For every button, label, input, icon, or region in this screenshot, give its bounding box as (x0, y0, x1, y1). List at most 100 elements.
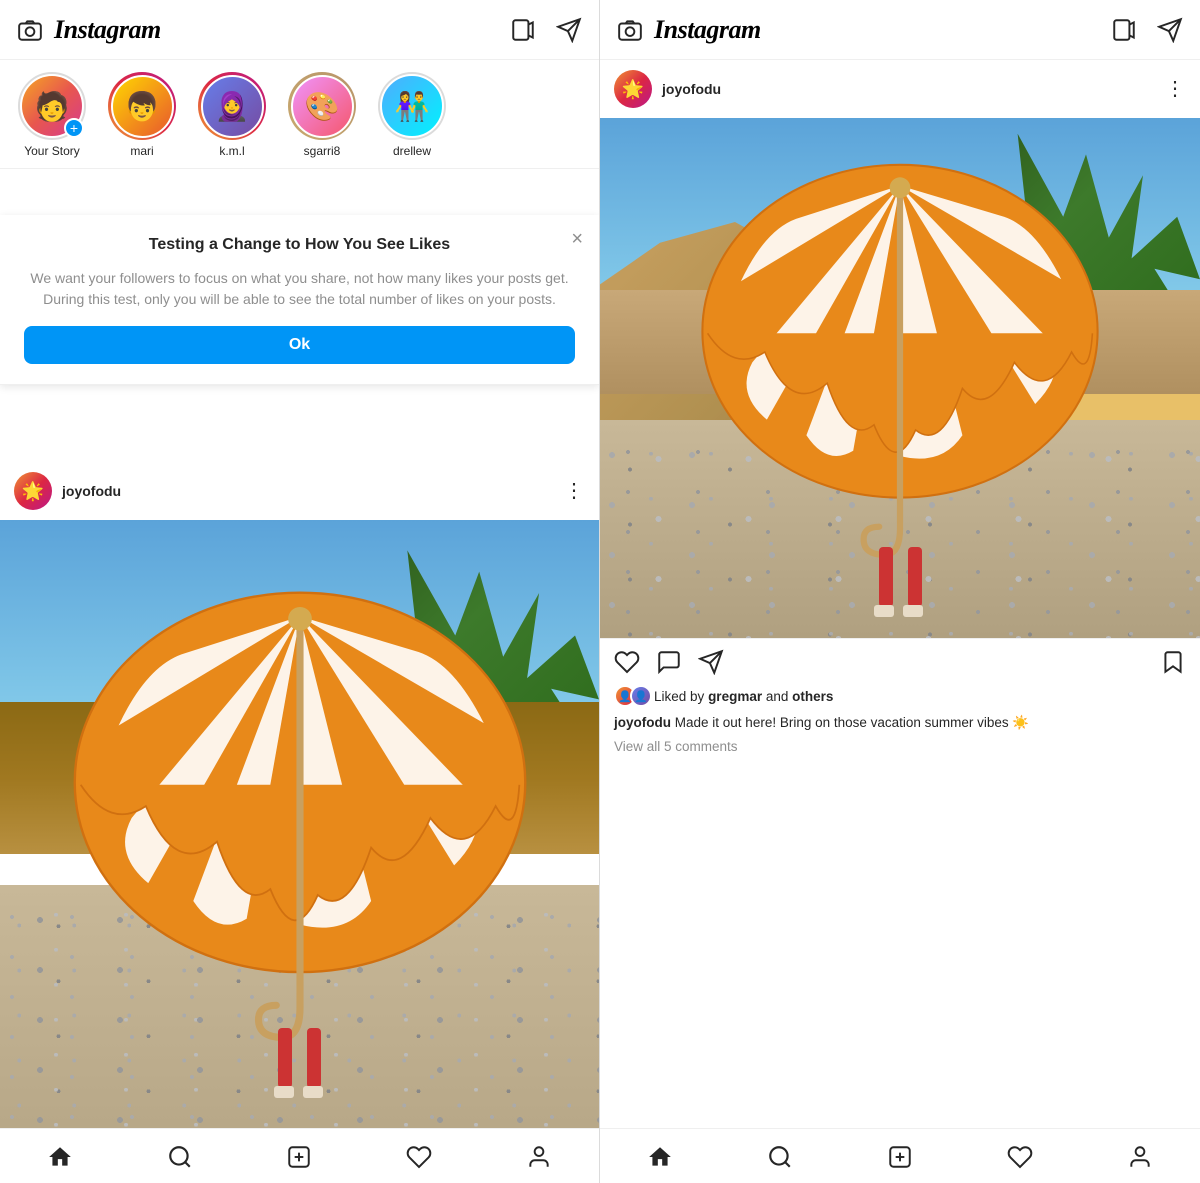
actions-left-right (614, 649, 724, 675)
liked-others[interactable]: others (792, 689, 833, 704)
direct-icon-left[interactable] (555, 16, 583, 44)
mari-story-ring: 👦 (108, 72, 176, 140)
liked-by-section: 👤 👤 Liked by gregmar and others (614, 685, 1186, 707)
right-post-options[interactable]: ⋮ (1165, 81, 1186, 97)
your-story-avatar-wrap: 🧑 + (18, 72, 86, 140)
nav-profile-left[interactable] (525, 1143, 553, 1171)
mari-face: 👦 (113, 77, 172, 136)
liked-text: Liked by gregmar and others (654, 689, 833, 704)
liked-user[interactable]: gregmar (708, 689, 762, 704)
right-post-header: 🌟 joyofodu ⋮ (600, 60, 1200, 118)
right-leg-left (306, 1028, 323, 1098)
right-panel: Instagram 🌟 joyofodu ⋮ (600, 0, 1200, 1183)
bottom-nav-left (0, 1128, 599, 1183)
mari-avatar-wrap: 👦 (108, 72, 176, 140)
liked-avatars: 👤 👤 (614, 685, 646, 707)
right-post-image (600, 118, 1200, 638)
caption-body: Made it out here! Bring on those vacatio… (675, 715, 1029, 730)
nav-add-right[interactable] (886, 1143, 914, 1171)
right-post-scene (600, 118, 1200, 638)
drellew-story-inner: 👫 (380, 74, 444, 138)
left-post-header-area: 🌟 joyofodu ⋮ (0, 462, 599, 520)
drellew-story-ring: 👫 (378, 72, 446, 140)
liked-avatar-2: 👤 (630, 685, 652, 707)
story-kml[interactable]: 🧕 k.m.l (194, 72, 270, 158)
share-button[interactable] (698, 649, 724, 675)
liked-by-prefix: Liked by (654, 689, 704, 704)
left-post-image (0, 520, 599, 1128)
nav-search-right[interactable] (766, 1143, 794, 1171)
nav-activity-right[interactable] (1006, 1143, 1034, 1171)
left-post-username: joyofodu (62, 483, 121, 499)
drellew-face: 👫 (382, 76, 442, 136)
nav-search-left[interactable] (166, 1143, 194, 1171)
umbrella-svg-left (60, 569, 539, 1043)
popup-close-button[interactable]: × (571, 229, 583, 249)
left-post-header: 🌟 joyofodu ⋮ (0, 462, 599, 520)
leg-3 (879, 547, 893, 607)
left-post-options[interactable]: ⋮ (564, 483, 585, 499)
story-mari[interactable]: 👦 mari (104, 72, 180, 158)
person-legs-right (877, 547, 923, 617)
add-story-badge[interactable]: + (64, 118, 84, 138)
leg-4 (908, 547, 922, 607)
header-icons-right (1110, 16, 1184, 44)
app-header-right: Instagram (600, 0, 1200, 60)
leg-1 (278, 1028, 292, 1088)
sgarri8-avatar-wrap: 🎨 (288, 72, 356, 140)
left-leg-left (277, 1028, 294, 1098)
post-actions-right (600, 638, 1200, 685)
sgarri8-label: sgarri8 (304, 144, 341, 158)
your-story-label: Your Story (24, 144, 80, 158)
bookmark-button[interactable] (1160, 649, 1186, 675)
kml-label: k.m.l (219, 144, 244, 158)
kml-face: 🧕 (203, 77, 262, 136)
left-leg-right (877, 547, 894, 617)
shoe-4 (903, 605, 923, 617)
nav-activity-left[interactable] (405, 1143, 433, 1171)
left-post-avatar: 🌟 (14, 472, 52, 510)
instagram-logo-left: Instagram (54, 15, 161, 45)
drellew-label: drellew (393, 144, 431, 158)
drellew-avatar-wrap: 👫 (378, 72, 446, 140)
igtv-icon-left[interactable] (509, 16, 537, 44)
popup-ok-button[interactable]: Ok (24, 326, 575, 364)
stories-bar-left: 🧑 + Your Story 👦 mari (0, 60, 599, 169)
umbrella-svg-right (654, 144, 1146, 560)
sgarri8-story-inner: 🎨 (291, 75, 354, 138)
kml-story-ring: 🧕 (198, 72, 266, 140)
view-comments[interactable]: View all 5 comments (614, 739, 1186, 754)
left-post-user[interactable]: 🌟 joyofodu (14, 472, 121, 510)
right-leg-right (906, 547, 923, 617)
sgarri8-face: 🎨 (293, 77, 352, 136)
header-icons-left (509, 16, 583, 44)
nav-home-right[interactable] (646, 1143, 674, 1171)
header-right-left: Instagram (616, 15, 761, 45)
mari-label: mari (130, 144, 153, 158)
shoe-3 (874, 605, 894, 617)
nav-profile-right[interactable] (1126, 1143, 1154, 1171)
nav-home-left[interactable] (46, 1143, 74, 1171)
caption-user[interactable]: joyofodu (614, 715, 671, 730)
igtv-icon-right[interactable] (1110, 16, 1138, 44)
camera-icon[interactable] (16, 16, 44, 44)
right-post-avatar: 🌟 (614, 70, 652, 108)
popup-body: We want your followers to focus on what … (24, 268, 575, 310)
person-legs-left (277, 1028, 323, 1098)
direct-icon-right[interactable] (1156, 16, 1184, 44)
nav-add-left[interactable] (285, 1143, 313, 1171)
story-your-story[interactable]: 🧑 + Your Story (14, 72, 90, 158)
comment-button[interactable] (656, 649, 682, 675)
post-meta-right: 👤 👤 Liked by gregmar and others joyofodu… (600, 685, 1200, 766)
camera-icon-right[interactable] (616, 16, 644, 44)
popup-title: Testing a Change to How You See Likes (24, 235, 575, 256)
kml-avatar-wrap: 🧕 (198, 72, 266, 140)
notification-popup: × Testing a Change to How You See Likes … (0, 215, 599, 385)
story-sgarri8[interactable]: 🎨 sgarri8 (284, 72, 360, 158)
right-post-user[interactable]: 🌟 joyofodu (614, 70, 721, 108)
shoe-1 (274, 1086, 294, 1098)
like-button[interactable] (614, 649, 640, 675)
left-panel: Instagram 🧑 (0, 0, 600, 1183)
liked-and: and (766, 689, 792, 704)
story-drellew[interactable]: 👫 drellew (374, 72, 450, 158)
